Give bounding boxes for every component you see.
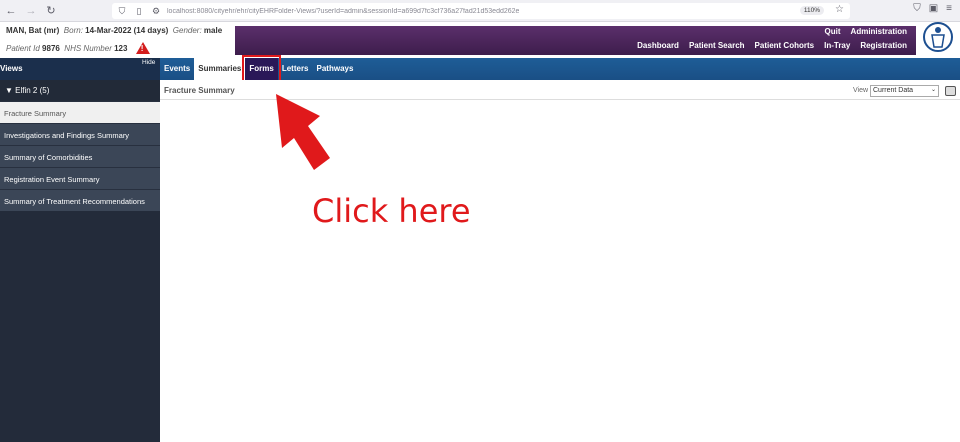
- views-sidebar: ▼ Elfin 2 (5) Fracture Summary Investiga…: [0, 80, 160, 442]
- back-icon[interactable]: ←: [2, 2, 20, 20]
- nav-quit[interactable]: Quit: [825, 27, 841, 36]
- born-value: 14-Mar-2022 (14 days): [85, 26, 169, 35]
- tab-forms[interactable]: Forms: [242, 55, 281, 83]
- nhs-value: 123: [114, 44, 128, 53]
- chevron-down-icon: ⌄: [930, 87, 936, 93]
- browser-toolbar: ← → ↻ ⛉ ▯ ⚙ localhost:8080/cityehr/ehr/c…: [0, 0, 960, 22]
- patient-name: MAN, Bat (mr): [6, 26, 60, 35]
- nhs-label: NHS Number: [64, 44, 112, 53]
- settings-icon: ⚙: [151, 5, 161, 16]
- person-icon: [931, 27, 945, 48]
- url-text[interactable]: localhost:8080/cityehr/ehr/cityEHRFolder…: [167, 8, 519, 15]
- sidebar-item-registration-event[interactable]: Registration Event Summary: [0, 167, 160, 189]
- sidebar-item-treatment[interactable]: Summary of Treatment Recommendations: [0, 189, 160, 211]
- hide-button[interactable]: Hide: [142, 59, 155, 66]
- shield-icon: ⛉: [118, 5, 126, 16]
- view-select[interactable]: Current Data ⌄: [870, 85, 939, 97]
- annotation-arrow-icon: [276, 94, 330, 170]
- annotation-text: Click here: [312, 192, 471, 230]
- patient-id-value: 9876: [42, 44, 60, 53]
- sidebar-group-elfin[interactable]: ▼ Elfin 2 (5): [0, 80, 160, 101]
- tab-summaries[interactable]: Summaries: [194, 58, 246, 80]
- tab-band: Views Hide Events Summaries Forms Letter…: [0, 55, 960, 83]
- zoom-level[interactable]: 110%: [799, 6, 824, 15]
- view-tabs: Events Summaries Forms Letters Pathways: [160, 55, 358, 83]
- view-label: View: [853, 87, 869, 94]
- nav-administration[interactable]: Administration: [851, 27, 907, 36]
- sidebar-item-comorbidities[interactable]: Summary of Comorbidities: [0, 145, 160, 167]
- menu-icon[interactable]: ≡: [946, 3, 952, 14]
- nav-registration[interactable]: Registration: [860, 41, 907, 50]
- gender-value: male: [203, 26, 223, 35]
- tab-events[interactable]: Events: [160, 58, 194, 80]
- top-navigation: Quit Administration Dashboard Patient Se…: [235, 26, 916, 55]
- forward-icon[interactable]: →: [22, 2, 40, 20]
- address-bar[interactable]: ⛉ ▯ ⚙ localhost:8080/cityehr/ehr/cityEHR…: [112, 3, 850, 19]
- page-icon: ▯: [136, 5, 142, 16]
- sidebar-item-investigations[interactable]: Investigations and Findings Summary: [0, 123, 160, 145]
- app-logo-icon[interactable]: [923, 22, 953, 52]
- nav-patient-cohorts[interactable]: Patient Cohorts: [755, 41, 815, 50]
- tab-letters[interactable]: Letters: [278, 58, 313, 80]
- patient-header: MAN, Bat (mr) Born: 14-Mar-2022 (14 days…: [6, 26, 234, 54]
- sidebar-item-fracture-summary[interactable]: Fracture Summary: [0, 101, 160, 123]
- reload-icon[interactable]: ↻: [42, 2, 60, 20]
- nav-dashboard[interactable]: Dashboard: [637, 41, 679, 50]
- nav-patient-search[interactable]: Patient Search: [689, 41, 745, 50]
- extension-icon[interactable]: ▣: [929, 3, 938, 14]
- born-label: Born:: [63, 26, 83, 35]
- patient-id-label: Patient Id: [6, 44, 40, 53]
- gender-label: Gender:: [172, 26, 202, 35]
- warning-icon[interactable]: !: [135, 42, 150, 54]
- print-icon[interactable]: [945, 86, 956, 96]
- views-header: Views: [0, 58, 160, 80]
- bookmark-star-icon[interactable]: ☆: [835, 4, 844, 15]
- pocket-icon[interactable]: ⛉: [913, 3, 921, 14]
- tab-pathways[interactable]: Pathways: [313, 58, 358, 80]
- view-select-value: Current Data: [873, 87, 914, 94]
- page-title: Fracture Summary: [164, 86, 235, 95]
- nav-in-tray[interactable]: In-Tray: [824, 41, 850, 50]
